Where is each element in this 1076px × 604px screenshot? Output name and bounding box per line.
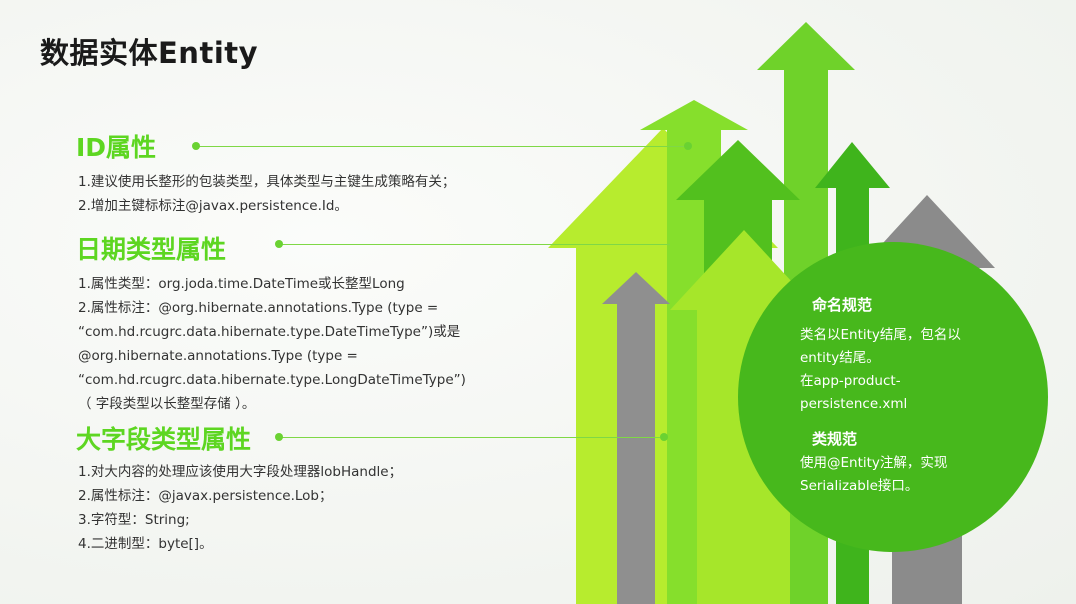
naming-text: 类名以Entity结尾，包名以 entity结尾。 在app-product- … (800, 324, 961, 416)
connector-line (280, 244, 670, 245)
body-line: 1.属性类型：org.joda.time.DateTime或长整型Long (78, 276, 405, 292)
section-heading-id: ID属性 (76, 133, 157, 162)
naming-line: 类名以Entity结尾，包名以 (800, 327, 961, 343)
body-line: @org.hibernate.annotations.Type (type = (78, 348, 358, 364)
section-heading-date: 日期类型属性 (76, 235, 227, 264)
body-line: “com.hd.rcugrc.data.hibernate.type.DateT… (78, 324, 461, 340)
connector-dot (275, 433, 283, 441)
section-body-date: 1.属性类型：org.joda.time.DateTime或长整型Long 2.… (78, 272, 466, 416)
naming-line: 在app-product- (800, 373, 901, 389)
section-body-lob: 1.对大内容的处理应该使用大字段处理器lobHandle； 2.属性标注：@ja… (78, 460, 402, 556)
naming-line: entity结尾。 (800, 350, 880, 366)
class-line: 使用@Entity注解，实现 (800, 455, 948, 471)
body-line: 2.增加主键标标注@javax.persistence.Id。 (78, 198, 348, 214)
connector-line (280, 437, 660, 438)
body-line: （ 字段类型以长整型存储 ）。 (78, 396, 256, 412)
naming-line: persistence.xml (800, 396, 908, 412)
class-line: Serializable接口。 (800, 478, 919, 494)
body-line: 1.建议使用长整形的包装类型，具体类型与主键生成策略有关； (78, 174, 456, 190)
body-line: 1.对大内容的处理应该使用大字段处理器lobHandle； (78, 464, 403, 480)
body-line: 2.属性标注：@org.hibernate.annotations.Type (… (78, 300, 439, 316)
connector-dot (684, 142, 692, 150)
class-heading: 类规范 (812, 430, 858, 448)
section-heading-lob: 大字段类型属性 (76, 425, 252, 454)
connector-line (196, 146, 686, 147)
section-body-id: 1.建议使用长整形的包装类型，具体类型与主键生成策略有关； 2.增加主键标标注@… (78, 170, 455, 218)
body-line: 3.字符型：String; (78, 512, 190, 528)
slide: 数据实体Entity ID属性 1.建议使用长整形的包装类型，具体类型与主键生成… (0, 0, 1076, 604)
body-line: 2.属性标注：@javax.persistence.Lob； (78, 488, 333, 504)
body-line: “com.hd.rcugrc.data.hibernate.type.LongD… (78, 372, 466, 388)
connector-dot (660, 433, 668, 441)
connector-dot (275, 240, 283, 248)
body-line: 4.二进制型：byte[]。 (78, 536, 213, 552)
naming-heading: 命名规范 (812, 296, 873, 314)
connector-dot (192, 142, 200, 150)
page-title: 数据实体Entity (40, 36, 259, 70)
class-text: 使用@Entity注解，实现 Serializable接口。 (800, 452, 947, 498)
